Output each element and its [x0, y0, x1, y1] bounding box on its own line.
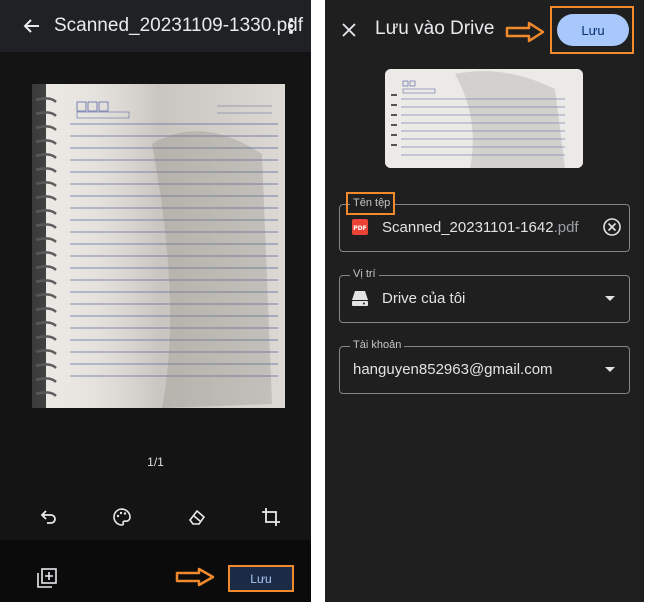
- pdf-badge-text: PDF: [353, 225, 366, 232]
- top-app-bar: Scanned_20231109-1330.pdf: [0, 0, 311, 52]
- document-title: Scanned_20231109-1330.pdf: [54, 15, 303, 36]
- file-extension: .pdf: [553, 219, 579, 236]
- save-button[interactable]: Lưu: [557, 14, 629, 46]
- add-page-icon[interactable]: [36, 567, 58, 589]
- edit-toolbar: [0, 497, 311, 537]
- orange-arrow-icon: [175, 567, 215, 592]
- document-thumbnail: [385, 69, 583, 168]
- save-to-drive-dialog: Lưu vào Drive Lưu Tên tệp PDF Scanned_20…: [325, 0, 644, 602]
- page-counter: 1/1: [147, 455, 164, 469]
- clear-icon[interactable]: [602, 217, 624, 239]
- undo-icon[interactable]: [36, 505, 60, 529]
- orange-arrow-icon: [505, 21, 545, 48]
- drive-icon: [350, 288, 372, 310]
- close-icon[interactable]: [339, 20, 359, 40]
- location-value: Drive của tôi: [382, 290, 466, 307]
- chevron-down-icon: [605, 296, 615, 301]
- account-value: hanguyen852963@gmail.com: [353, 361, 553, 378]
- palette-icon[interactable]: [110, 505, 134, 529]
- save-button[interactable]: Lưu: [228, 565, 294, 592]
- pdf-file-icon: PDF: [350, 217, 372, 239]
- location-dropdown[interactable]: Vị trí Drive của tôi: [339, 268, 630, 323]
- location-label: Vị trí: [350, 268, 379, 280]
- more-options-icon[interactable]: [281, 14, 301, 38]
- eraser-icon[interactable]: [185, 505, 209, 529]
- dialog-title: Lưu vào Drive: [375, 18, 495, 39]
- account-dropdown[interactable]: Tài khoản hanguyen852963@gmail.com: [339, 339, 630, 394]
- file-name-value: Scanned_20231101-1642.pdf: [382, 219, 579, 236]
- back-arrow-icon[interactable]: [20, 14, 44, 38]
- scanned-page-image[interactable]: [32, 84, 285, 408]
- file-name-text: Scanned_20231101-1642: [382, 219, 554, 236]
- account-label: Tài khoản: [350, 339, 405, 351]
- crop-icon[interactable]: [259, 505, 283, 529]
- chevron-down-icon: [605, 367, 615, 372]
- scan-viewer: 1/1: [0, 52, 311, 540]
- scan-preview-screen: Scanned_20231109-1330.pdf 1/1 Lưu: [0, 0, 311, 602]
- file-name-label-highlight: [346, 192, 395, 215]
